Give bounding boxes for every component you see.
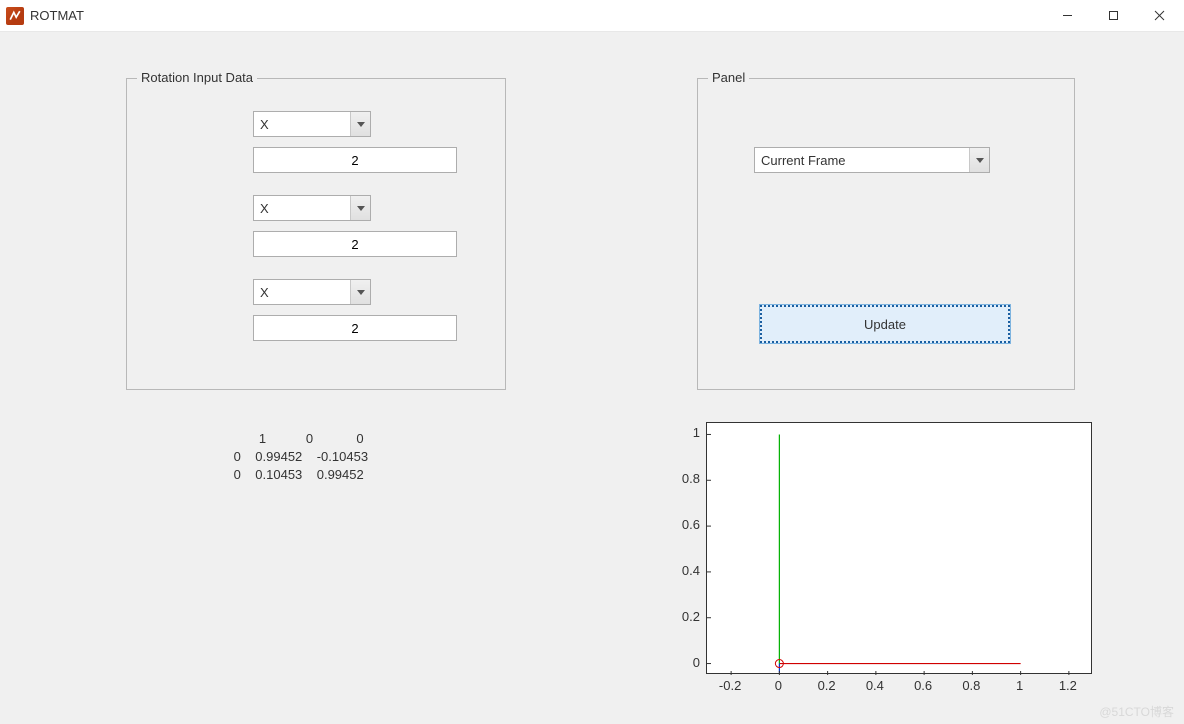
axis3-select[interactable]: X [253, 279, 371, 305]
x-tick-label: 1 [1000, 678, 1040, 693]
x-tick-label: 1.2 [1048, 678, 1088, 693]
x-tick-label: 0.6 [903, 678, 943, 693]
matrix-output: 1 0 0 0 0.99452 -0.10453 0 0.10453 0.994… [230, 430, 368, 484]
axis1-value: X [260, 117, 269, 132]
watermark: @51CTO博客 [1099, 703, 1174, 720]
maximize-button[interactable] [1090, 1, 1136, 31]
chevron-down-icon [969, 148, 989, 172]
axis1-select[interactable]: X [253, 111, 371, 137]
axis3-value: X [260, 285, 269, 300]
axis2-value: X [260, 201, 269, 216]
y-tick-label: 0.6 [654, 517, 700, 532]
window-controls [1044, 1, 1182, 31]
x-tick-label: -0.2 [710, 678, 750, 693]
axis2-select[interactable]: X [253, 195, 371, 221]
rotation-input-panel: Rotation Input Data X X X [126, 78, 506, 390]
y-tick-label: 0.2 [654, 609, 700, 624]
frame-select[interactable]: Current Frame [754, 147, 990, 173]
value3-input[interactable] [253, 315, 457, 341]
value1-input[interactable] [253, 147, 457, 173]
side-panel-legend: Panel [708, 70, 749, 85]
plot-svg [707, 423, 1093, 675]
frame-select-value: Current Frame [761, 153, 846, 168]
y-tick-label: 0.4 [654, 563, 700, 578]
x-tick-label: 0.4 [855, 678, 895, 693]
close-button[interactable] [1136, 1, 1182, 31]
x-tick-label: 0 [758, 678, 798, 693]
axes-plot: 0 0.2 0.4 0.6 0.8 1 -0.2 0 0.2 0.4 0.6 0.8 1 1.2 [654, 416, 1104, 716]
chevron-down-icon [350, 196, 370, 220]
titlebar: ROTMAT [0, 0, 1184, 32]
y-tick-label: 0 [654, 655, 700, 670]
x-tick-label: 0.8 [951, 678, 991, 693]
minimize-button[interactable] [1044, 1, 1090, 31]
update-button[interactable]: Update [760, 305, 1010, 343]
value2-input[interactable] [253, 231, 457, 257]
y-tick-label: 1 [654, 425, 700, 440]
y-tick-label: 0.8 [654, 471, 700, 486]
app-icon [6, 7, 24, 25]
chevron-down-icon [350, 112, 370, 136]
client-area: Rotation Input Data X X X Panel Current … [0, 32, 1184, 724]
window-title: ROTMAT [30, 8, 84, 23]
rotation-panel-legend: Rotation Input Data [137, 70, 257, 85]
x-tick-label: 0.2 [807, 678, 847, 693]
side-panel: Panel Current Frame Update [697, 78, 1075, 390]
chevron-down-icon [350, 280, 370, 304]
plot-box [706, 422, 1092, 674]
